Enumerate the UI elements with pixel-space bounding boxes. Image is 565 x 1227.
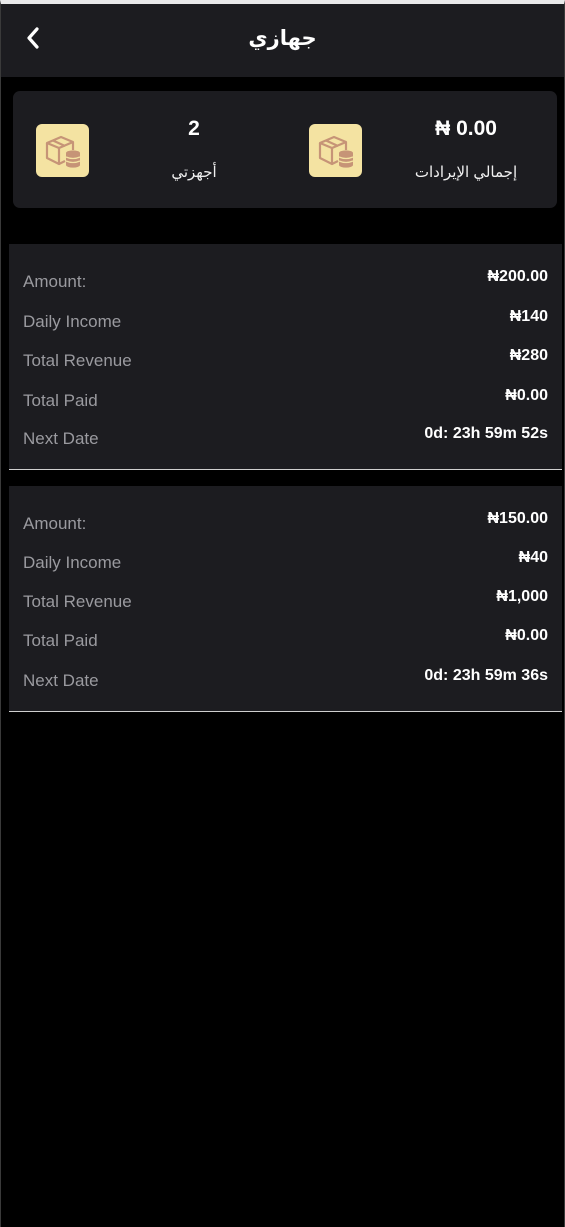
total-paid-label: Total Paid	[23, 391, 98, 410]
amount-label: Amount:	[23, 272, 87, 291]
total-revenue-label: Total Revenue	[23, 351, 132, 370]
amount-row: Amount: ₦150.00	[23, 510, 548, 538]
amount-value: ₦200.00	[487, 268, 549, 285]
daily-income-label: Daily Income	[23, 312, 122, 331]
total-paid-row: Total Paid ₦0.00	[23, 627, 548, 655]
total-paid-value: ₦0.00	[505, 387, 548, 404]
total-revenue-row: Total Revenue ₦1,000	[23, 588, 548, 616]
next-date-label: Next Date	[23, 671, 99, 690]
devices-count: 2	[188, 117, 200, 140]
devices-icon-box	[36, 124, 89, 177]
total-paid-value: ₦0.00	[505, 627, 548, 644]
total-revenue-value: ₦ 0.00	[435, 117, 497, 140]
revenue-icon-box	[309, 124, 362, 177]
amount-value: ₦150.00	[487, 510, 549, 527]
next-date-row: Next Date 0d: 23h 59m 36s	[23, 667, 548, 695]
daily-income-row: Daily Income ₦140	[23, 308, 548, 336]
box-coins-icon	[318, 135, 353, 168]
device-card: Amount: ₦150.00 Daily Income ₦40 Total R…	[9, 486, 562, 712]
total-revenue-value: ₦280	[509, 347, 548, 364]
devices-label: أجهزتي	[171, 164, 217, 181]
total-revenue-row: Total Revenue ₦280	[23, 347, 548, 375]
total-revenue-value: ₦1,000	[496, 588, 548, 605]
total-paid-label: Total Paid	[23, 631, 98, 650]
daily-income-value: ₦140	[509, 308, 548, 325]
next-date-value: 0d: 23h 59m 52s	[424, 425, 548, 442]
top-bar: جهازي	[1, 4, 564, 77]
daily-income-label: Daily Income	[23, 553, 122, 572]
amount-row: Amount: ₦200.00	[23, 268, 548, 296]
app-frame: جهازي 2 أجهزتي ₦ 0.00 إجمالي الإيرادات A…	[0, 0, 565, 1227]
device-card: Amount: ₦200.00 Daily Income ₦140 Total …	[9, 244, 562, 470]
daily-income-row: Daily Income ₦40	[23, 549, 548, 577]
total-paid-row: Total Paid ₦0.00	[23, 387, 548, 415]
next-date-value: 0d: 23h 59m 36s	[424, 667, 548, 684]
next-date-row: Next Date 0d: 23h 59m 52s	[23, 425, 548, 453]
amount-label: Amount:	[23, 514, 87, 533]
page-title: جهازي	[248, 27, 317, 50]
box-coins-icon	[45, 135, 80, 168]
total-revenue-label: Total Revenue	[23, 592, 132, 611]
daily-income-value: ₦40	[518, 549, 548, 566]
next-date-label: Next Date	[23, 429, 99, 448]
summary-panel: 2 أجهزتي ₦ 0.00 إجمالي الإيرادات	[13, 91, 557, 208]
total-revenue-label: إجمالي الإيرادات	[414, 164, 518, 181]
